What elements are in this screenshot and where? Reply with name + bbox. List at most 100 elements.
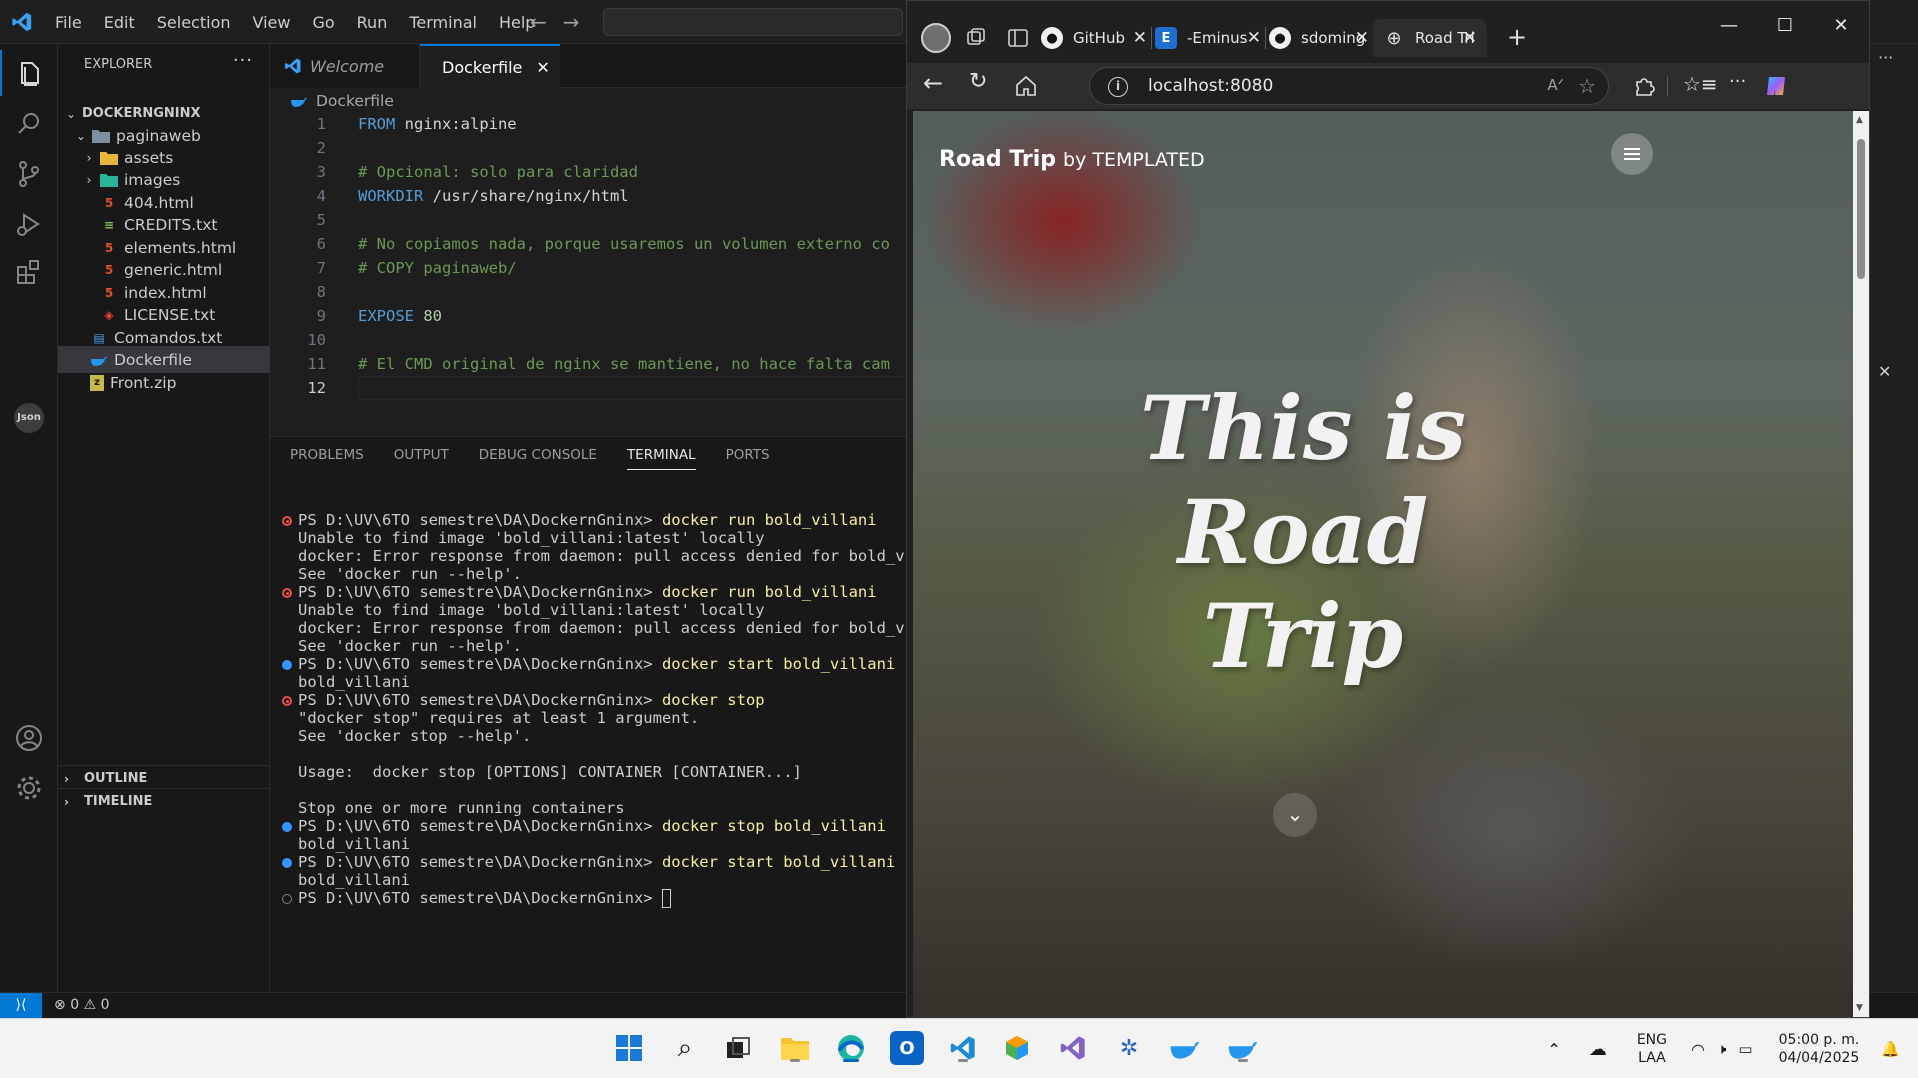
visual-studio-icon[interactable] (1056, 1031, 1090, 1065)
hamburger-menu-icon[interactable] (1611, 133, 1653, 175)
menu-view[interactable]: View (242, 13, 302, 32)
search-icon[interactable]: ⌕ (668, 1031, 702, 1065)
back-icon[interactable]: ← (923, 69, 949, 97)
close-tab-icon[interactable]: ✕ (1355, 28, 1369, 48)
edge-icon[interactable] (834, 1031, 868, 1065)
tab-ports[interactable]: PORTS (726, 447, 770, 470)
menu-run[interactable]: Run (346, 13, 399, 32)
code-line[interactable]: 6 # No copiamos nada, porque usaremos un … (270, 232, 910, 256)
tab-debug-console[interactable]: DEBUG CONSOLE (479, 447, 597, 470)
scroll-down-chevron-icon[interactable]: ⌄ (1273, 793, 1317, 837)
more-actions-icon[interactable]: ··· (233, 50, 253, 71)
code-line[interactable]: 10 (270, 328, 910, 352)
clock[interactable]: 05:00 p. m. 04/04/2025 (1779, 1031, 1860, 1067)
terminal-output[interactable]: PS D:\UV\6TO semestre\DA\DockernGninx> d… (270, 511, 910, 993)
problems-indicator[interactable]: ⊗ 0 ⚠ 0 (54, 997, 110, 1013)
tab-terminal[interactable]: TERMINAL (626, 447, 696, 470)
command-failed-icon[interactable] (282, 516, 292, 526)
webpage-viewport[interactable]: Road Trip by TEMPLATED This is Road Trip… (913, 111, 1853, 1017)
scroll-down-arrow-icon[interactable]: ▼ (1856, 1003, 1863, 1013)
start-windows-icon[interactable] (612, 1031, 646, 1065)
close-tab-icon[interactable]: ✕ (1133, 28, 1147, 48)
close-tab-icon[interactable]: ✕ (1247, 28, 1261, 48)
code-line[interactable]: 2 (270, 136, 910, 160)
minimize-icon[interactable]: — (1701, 15, 1757, 36)
workspaces-icon[interactable] (963, 25, 989, 51)
menu-go[interactable]: Go (301, 13, 345, 32)
source-control-icon[interactable] (13, 158, 45, 190)
reload-icon[interactable]: ↻ (969, 69, 995, 95)
code-line[interactable]: 1 FROM nginx:alpine (270, 112, 910, 136)
tab-dockerfile[interactable]: Dockerfile ✕ (420, 44, 560, 88)
code-line[interactable]: 11 # El CMD original de nginx se mantiene… (270, 352, 910, 376)
menu-terminal[interactable]: Terminal (398, 13, 488, 32)
timeline-section[interactable]: › TIMELINE (58, 788, 270, 814)
account-icon[interactable] (13, 722, 45, 754)
command-center-search[interactable] (603, 8, 903, 36)
vertical-tabs-icon[interactable] (1005, 25, 1031, 51)
menu-edit[interactable]: Edit (93, 13, 146, 32)
command-failed-icon[interactable] (282, 588, 292, 598)
scroll-up-arrow-icon[interactable]: ▲ (1856, 115, 1863, 125)
tab-problems[interactable]: PROBLEMS (290, 447, 364, 470)
read-aloud-icon[interactable]: Aᐟ (1547, 76, 1564, 94)
code-line[interactable]: 3 # Opcional: solo para claridad (270, 160, 910, 184)
browser-tab-eminus[interactable]: E -Eminus ✕ (1155, 19, 1261, 57)
code-line[interactable]: 4 WORKDIR /usr/share/nginx/html (270, 184, 910, 208)
command-failed-icon[interactable] (282, 696, 292, 706)
docker-desktop-icon[interactable] (1168, 1031, 1202, 1065)
close-panel-icon[interactable]: ✕ (1878, 362, 1891, 381)
code-line[interactable]: 7 # COPY paginaweb/ (270, 256, 910, 280)
file-explorer-icon[interactable] (778, 1031, 812, 1065)
code-line[interactable]: 5 (270, 208, 910, 232)
profile-avatar[interactable] (921, 23, 951, 53)
command-success-icon[interactable] (282, 858, 292, 868)
extensions-icon[interactable] (13, 256, 45, 288)
browser-tab-roadtrip[interactable]: ⊕ Road Tri ✕ (1373, 19, 1487, 57)
menu-file[interactable]: File (44, 13, 93, 32)
code-editor[interactable]: 1 FROM nginx:alpine 2 3 # Opcional: solo par… (270, 112, 910, 436)
onedrive-cloud-icon[interactable]: ☁ (1589, 1039, 1607, 1060)
extensions-puzzle-icon[interactable] (1631, 73, 1657, 99)
tab-welcome[interactable]: Welcome (270, 44, 420, 88)
notification-bell-icon[interactable]: 🔔 (1881, 1040, 1900, 1058)
breadcrumb[interactable]: Dockerfile (290, 92, 394, 110)
tree-item-frontzip[interactable]: z Front.zip (58, 369, 270, 396)
page-scrollbar[interactable]: ▲ ▼ (1853, 111, 1869, 1017)
code-line[interactable]: 9 EXPOSE 80 (270, 304, 910, 328)
search-icon[interactable] (13, 108, 45, 140)
maximize-icon[interactable]: ☐ (1757, 15, 1813, 36)
site-info-icon[interactable]: i (1108, 77, 1128, 97)
command-success-icon[interactable] (282, 822, 292, 832)
battery-icon[interactable]: ▭ (1738, 1040, 1752, 1058)
azure-data-studio-icon[interactable]: ✲ (1112, 1031, 1146, 1065)
wifi-icon[interactable]: ◠ (1691, 1040, 1705, 1059)
scrollbar-thumb[interactable] (1857, 139, 1865, 279)
forward-arrow-icon[interactable]: → (563, 10, 580, 34)
browser-tab-sdoming[interactable]: ● sdoming ✕ (1269, 19, 1369, 57)
volume-muted-icon[interactable]: 🕨 (1717, 1040, 1726, 1058)
explorer-files-icon[interactable] (13, 58, 45, 90)
site-logo[interactable]: Road Trip by TEMPLATED (939, 147, 1205, 172)
favorites-icon[interactable]: ☆≡ (1683, 72, 1718, 98)
copilot-icon[interactable] (1763, 73, 1789, 99)
show-hidden-icons-chevron-icon[interactable]: ⌃ (1547, 1040, 1560, 1059)
command-success-icon[interactable] (282, 660, 292, 670)
code-line[interactable]: 12 (270, 376, 910, 400)
new-tab-icon[interactable]: + (1507, 23, 1527, 51)
home-icon[interactable] (1013, 73, 1039, 99)
outlook-icon[interactable]: O (890, 1031, 924, 1065)
run-debug-icon[interactable] (13, 208, 45, 240)
json-extension-icon[interactable]: Json (14, 403, 44, 433)
settings-more-icon[interactable]: ··· (1729, 71, 1755, 97)
settings-gear-icon[interactable] (13, 772, 45, 804)
back-arrow-icon[interactable]: ← (530, 10, 547, 34)
docker-desktop-icon-2[interactable] (1226, 1031, 1260, 1065)
command-pending-icon[interactable] (282, 894, 292, 904)
tab-output[interactable]: OUTPUT (394, 447, 449, 470)
menu-selection[interactable]: Selection (146, 13, 242, 32)
task-view-icon[interactable] (722, 1031, 756, 1065)
vscode-taskbar-icon[interactable] (946, 1031, 980, 1065)
close-tab-icon[interactable]: ✕ (536, 58, 549, 77)
close-tab-icon[interactable]: ✕ (1463, 28, 1477, 48)
